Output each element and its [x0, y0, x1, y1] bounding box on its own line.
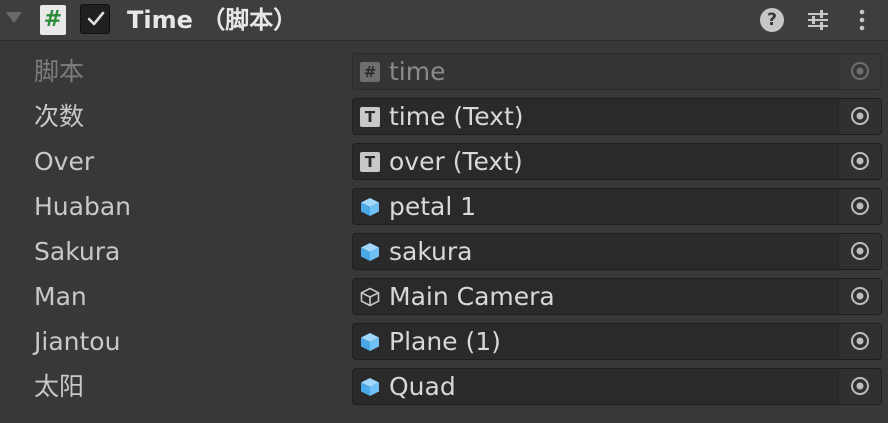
- component-header[interactable]: # Time （脚本） ?: [0, 0, 888, 41]
- object-field-value: petal 1: [389, 192, 477, 221]
- foldout-arrow-icon[interactable]: [6, 12, 22, 23]
- object-field-value: Main Camera: [389, 282, 555, 311]
- object-field-cishu[interactable]: T time (Text): [352, 98, 882, 135]
- object-field-taiyang[interactable]: Quad: [352, 368, 882, 405]
- field-row-jiantou: Jiantou Plane (1): [0, 321, 888, 362]
- checkmark-icon: [87, 11, 105, 26]
- object-field-huaban[interactable]: petal 1: [352, 188, 882, 225]
- field-label: 太阳: [34, 372, 85, 401]
- field-label: Man: [34, 282, 87, 311]
- object-picker-button[interactable]: [838, 99, 881, 134]
- object-field-value: sakura: [389, 237, 473, 266]
- script-icon: #: [360, 62, 380, 82]
- prefab-icon: [361, 378, 379, 396]
- text-icon: T: [360, 152, 380, 172]
- object-field-man[interactable]: Main Camera: [352, 278, 882, 315]
- field-label: Over: [34, 147, 95, 176]
- field-label: Jiantou: [34, 327, 121, 356]
- text-icon: T: [360, 107, 380, 127]
- field-row-huaban: Huaban petal 1: [0, 186, 888, 227]
- field-row-taiyang: 太阳 Quad: [0, 366, 888, 407]
- object-field-value: time: [389, 57, 446, 86]
- object-field-script: # time: [352, 53, 882, 90]
- field-row-sakura: Sakura sakura: [0, 231, 888, 272]
- object-picker-button[interactable]: [838, 279, 881, 314]
- object-picker-button[interactable]: [838, 189, 881, 224]
- field-label: 次数: [34, 102, 85, 131]
- prefab-icon: [361, 198, 379, 216]
- gameobject-icon: [360, 287, 380, 307]
- script-icon: #: [40, 5, 66, 35]
- field-row-cishu: 次数 T time (Text): [0, 96, 888, 137]
- field-label: 脚本: [34, 57, 85, 86]
- object-picker-button: [838, 54, 881, 89]
- object-field-value: over (Text): [389, 147, 523, 176]
- object-field-over[interactable]: T over (Text): [352, 143, 882, 180]
- preset-icon[interactable]: [806, 8, 830, 32]
- field-row-over: Over T over (Text): [0, 141, 888, 182]
- field-label: Huaban: [34, 192, 131, 221]
- field-label: Sakura: [34, 237, 121, 266]
- prefab-icon: [361, 243, 379, 261]
- field-row-script: 脚本 # time: [0, 51, 888, 92]
- field-row-man: Man Main Camera: [0, 276, 888, 317]
- object-field-sakura[interactable]: sakura: [352, 233, 882, 270]
- object-picker-button[interactable]: [838, 324, 881, 359]
- prefab-icon: [361, 333, 379, 351]
- object-picker-button[interactable]: [838, 144, 881, 179]
- component-title: Time （脚本）: [127, 6, 298, 34]
- object-field-value: time (Text): [389, 102, 524, 131]
- object-field-jiantou[interactable]: Plane (1): [352, 323, 882, 360]
- object-picker-button[interactable]: [838, 369, 881, 404]
- object-picker-button[interactable]: [838, 234, 881, 269]
- object-field-value: Quad: [389, 372, 456, 401]
- component-enabled-checkbox[interactable]: [80, 4, 110, 34]
- help-icon[interactable]: ?: [760, 8, 784, 32]
- context-menu-icon[interactable]: [850, 8, 874, 32]
- object-field-value: Plane (1): [389, 327, 501, 356]
